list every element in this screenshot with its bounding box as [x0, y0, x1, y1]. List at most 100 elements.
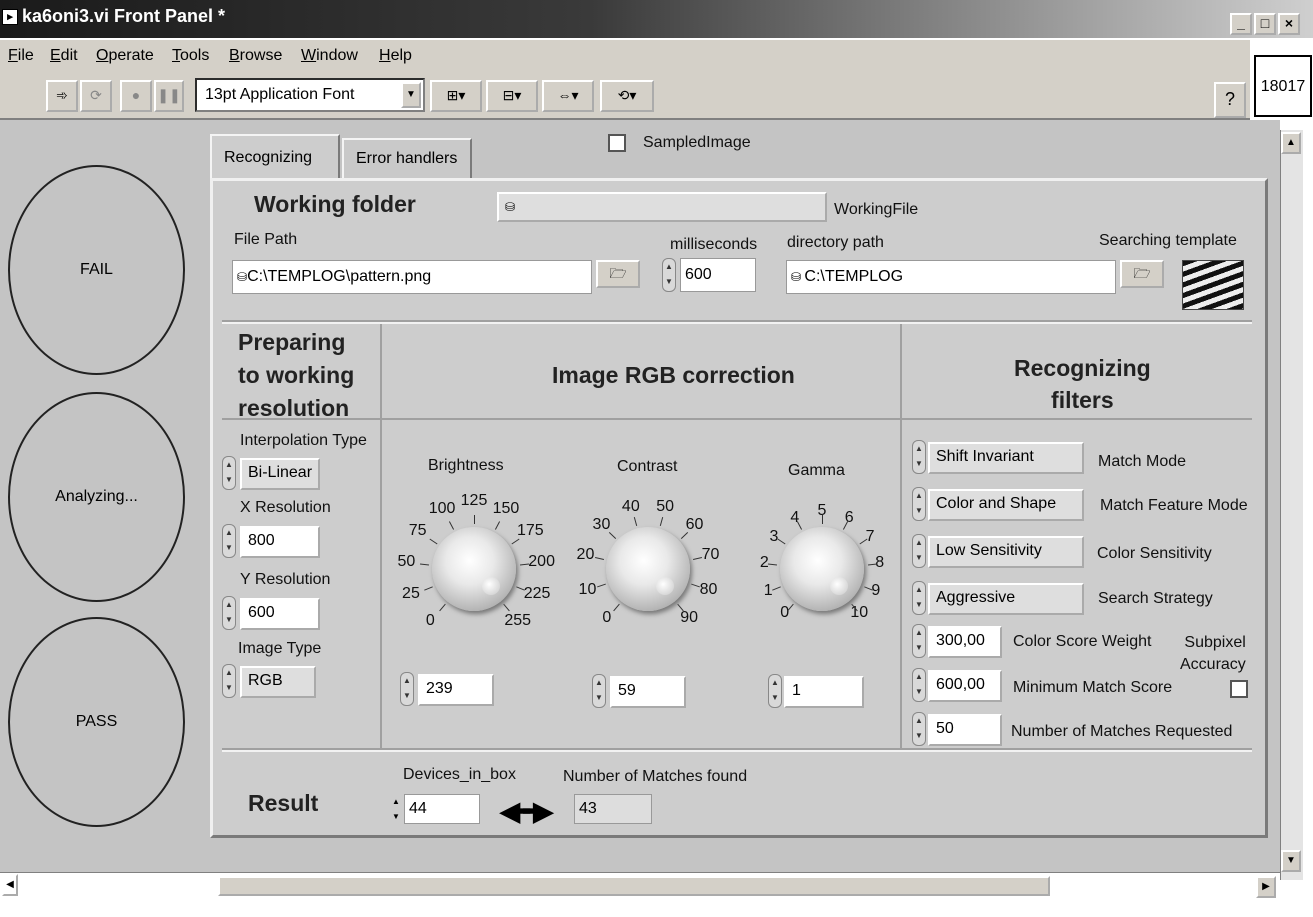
brightness-tick-mark: [439, 604, 446, 612]
gamma-knob[interactable]: [780, 527, 864, 611]
brightness-tick-label: 175: [517, 521, 544, 539]
vertical-scrollbar[interactable]: [1280, 130, 1303, 880]
template-image-thumbnail: [1182, 260, 1244, 310]
subpixel-accuracy-checkbox[interactable]: [1230, 680, 1248, 698]
color-score-weight-input[interactable]: 300,00: [928, 626, 1002, 658]
scroll-left-icon[interactable]: ◀: [2, 874, 18, 896]
image-type-spinner[interactable]: ▲ ▼: [222, 664, 236, 698]
y-resolution-spinner[interactable]: ▲ ▼: [222, 596, 236, 630]
resize-objects-icon[interactable]: ⇔▾: [542, 80, 594, 112]
preparing-heading-line1: Preparing: [238, 329, 346, 355]
y-resolution-input[interactable]: 600: [240, 598, 320, 630]
contrast-tick-label: 80: [699, 580, 718, 598]
contrast-tick-mark: [660, 516, 664, 526]
font-selector[interactable]: 13pt Application Font ▼: [195, 78, 425, 112]
brightness-input[interactable]: 239: [418, 674, 494, 706]
subpixel-accuracy-label: Subpixel Accuracy: [1180, 632, 1246, 676]
brightness-spinner[interactable]: ▲ ▼: [400, 672, 414, 706]
minimize-button[interactable]: _: [1230, 13, 1252, 35]
scroll-right-icon[interactable]: ▶: [1256, 876, 1276, 898]
color-sensitivity-value[interactable]: Low Sensitivity: [928, 536, 1084, 568]
contrast-tick-mark: [595, 557, 605, 561]
distribute-objects-icon[interactable]: ⊟▾: [486, 80, 538, 112]
x-resolution-spinner[interactable]: ▲ ▼: [222, 524, 236, 558]
contrast-knob[interactable]: [606, 527, 690, 611]
num-matches-input[interactable]: 50: [928, 714, 1002, 746]
menu-window[interactable]: Window: [301, 47, 358, 65]
menu-operate[interactable]: Operate: [96, 47, 154, 65]
milliseconds-spinner[interactable]: ▲ ▼: [662, 258, 676, 292]
milliseconds-input[interactable]: 600: [680, 258, 756, 292]
search-strategy-spinner[interactable]: ▲ ▼: [912, 581, 926, 615]
brightness-tick-mark: [474, 515, 475, 524]
gamma-tick-label: 1: [763, 581, 773, 599]
matches-found-indicator: 43: [574, 794, 652, 824]
tab-recognizing-label: Recognizing: [224, 149, 313, 166]
color-score-weight-spinner[interactable]: ▲ ▼: [912, 624, 926, 658]
min-match-score-spinner[interactable]: ▲ ▼: [912, 668, 926, 702]
image-type-label: Image Type: [238, 640, 322, 657]
pause-icon[interactable]: ❚❚: [154, 80, 184, 112]
menu-file[interactable]: File: [8, 47, 34, 65]
brightness-knob[interactable]: [432, 527, 516, 611]
search-strategy-value[interactable]: Aggressive: [928, 583, 1084, 615]
menu-tools[interactable]: Tools: [172, 47, 209, 65]
contrast-spinner[interactable]: ▲ ▼: [592, 674, 606, 708]
interpolation-type-value[interactable]: Bi-Linear: [240, 458, 320, 490]
preparing-heading-line3: resolution: [238, 395, 350, 421]
subpixel-accuracy-label-line2: Accuracy: [1180, 656, 1246, 673]
horizontal-scrollbar[interactable]: [0, 872, 1280, 900]
tab-error-handlers[interactable]: Error handlers: [342, 138, 472, 178]
match-mode-value[interactable]: Shift Invariant: [928, 442, 1084, 474]
match-feature-value[interactable]: Color and Shape: [928, 489, 1084, 521]
run-continuously-icon[interactable]: ⟳: [80, 80, 112, 112]
run-arrow-icon[interactable]: ➾: [46, 80, 78, 112]
close-button[interactable]: ×: [1278, 13, 1300, 35]
horizontal-scroll-thumb[interactable]: [218, 876, 1050, 896]
gamma-tick-label: 0: [780, 604, 790, 622]
devices-in-box-input[interactable]: 44: [404, 794, 480, 824]
match-mode-spinner[interactable]: ▲ ▼: [912, 440, 926, 474]
brightness-tick-mark: [511, 538, 520, 545]
menu-browse[interactable]: Browse: [229, 47, 282, 65]
reorder-icon[interactable]: ⟲▾: [600, 80, 654, 112]
match-feature-spinner[interactable]: ▲ ▼: [912, 487, 926, 521]
chevron-down-icon[interactable]: ▼: [401, 82, 421, 108]
devices-in-box-spinner[interactable]: ▲ ▼: [392, 794, 402, 824]
gamma-spinner[interactable]: ▲ ▼: [768, 674, 782, 708]
maximize-button[interactable]: □: [1254, 13, 1276, 35]
num-matches-spinner[interactable]: ▲ ▼: [912, 712, 926, 746]
min-match-score-input[interactable]: 600,00: [928, 670, 1002, 702]
x-resolution-input[interactable]: 800: [240, 526, 320, 558]
gamma-tick-mark: [771, 586, 781, 591]
image-type-value[interactable]: RGB: [240, 666, 316, 698]
match-mode-label: Match Mode: [1098, 453, 1187, 470]
file-path-input[interactable]: ⛁C:\TEMPLOG\pattern.png: [232, 260, 592, 294]
file-browse-button[interactable]: 🗁: [596, 260, 640, 288]
gamma-tick-label: 3: [769, 527, 779, 545]
align-objects-icon[interactable]: ⊞▾: [430, 80, 482, 112]
scroll-down-icon[interactable]: ▼: [1281, 850, 1301, 872]
directory-path-input[interactable]: ⛁ C:\TEMPLOG: [786, 260, 1116, 294]
interpolation-type-spinner[interactable]: ▲ ▼: [222, 456, 236, 490]
abort-icon[interactable]: ●: [120, 80, 152, 112]
contrast-input[interactable]: 59: [610, 676, 686, 708]
directory-browse-button[interactable]: 🗁: [1120, 260, 1164, 288]
sampled-image-checkbox[interactable]: [608, 134, 626, 152]
menu-help[interactable]: Help: [379, 47, 412, 65]
tab-recognizing[interactable]: Recognizing: [210, 134, 340, 180]
menu-edit[interactable]: Edit: [50, 47, 78, 65]
gamma-input[interactable]: 1: [784, 676, 864, 708]
search-strategy-label: Search Strategy: [1098, 590, 1213, 607]
brightness-tick-label: 225: [523, 585, 551, 603]
brightness-tick-mark: [423, 586, 433, 591]
devices-in-box-label: Devices_in_box: [403, 766, 516, 783]
scroll-up-icon[interactable]: ▲: [1281, 132, 1301, 154]
toolbar: ➾ ⟳ ● ❚❚ 13pt Application Font ▼ ⊞▾ ⊟▾ ⇔…: [0, 70, 1250, 120]
directory-path-value: C:\TEMPLOG: [804, 268, 904, 285]
contrast-tick-mark: [608, 531, 616, 539]
brightness-tick-label: 125: [460, 492, 488, 509]
pass-label: PASS: [75, 713, 118, 730]
color-sensitivity-spinner[interactable]: ▲ ▼: [912, 534, 926, 568]
context-help-icon[interactable]: ?: [1214, 82, 1246, 118]
